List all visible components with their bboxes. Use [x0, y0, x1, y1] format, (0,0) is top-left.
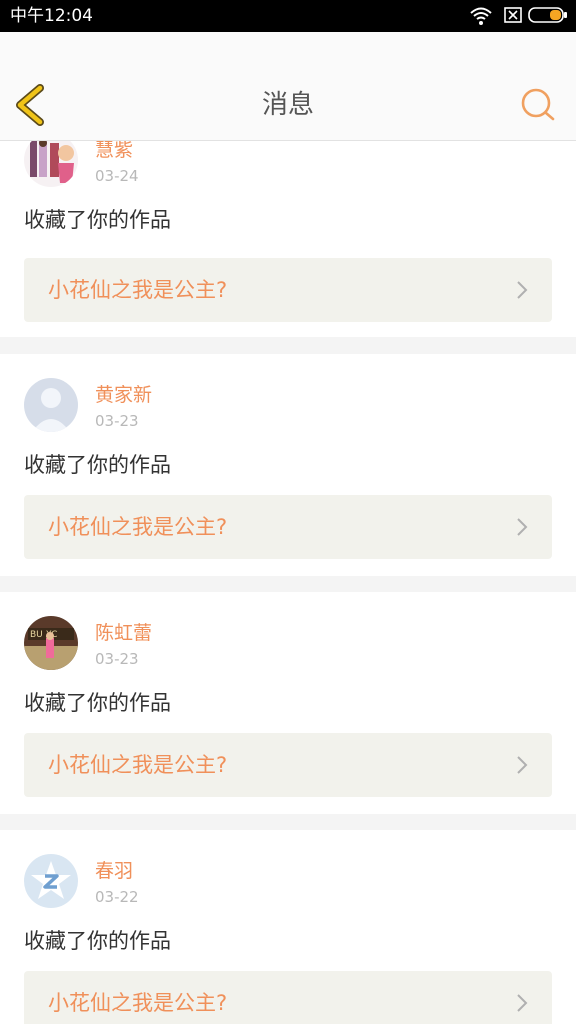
wifi-icon [470, 7, 492, 25]
nav-header: 消息 [0, 32, 576, 141]
message-date: 03-23 [95, 650, 139, 668]
message-action: 收藏了你的作品 [24, 453, 171, 477]
work-title: 小花仙之我是公主? [48, 753, 228, 777]
message-list[interactable]: 慧紫 03-24 收藏了你的作品 小花仙之我是公主? 黄家新 03-23 收藏了… [0, 141, 576, 1024]
avatar[interactable] [24, 854, 78, 908]
message-action: 收藏了你的作品 [24, 691, 171, 715]
username[interactable]: 春羽 [95, 860, 133, 882]
work-link[interactable]: 小花仙之我是公主? [24, 495, 552, 559]
avatar[interactable] [24, 378, 78, 432]
chevron-right-icon [517, 994, 528, 1012]
message-card: 黄家新 03-23 收藏了你的作品 小花仙之我是公主? [0, 354, 576, 576]
status-bar: 中午12:04 [0, 0, 576, 32]
work-link[interactable]: 小花仙之我是公主? [24, 733, 552, 797]
message-date: 03-22 [95, 888, 139, 906]
sim-x-icon [504, 7, 522, 23]
status-time: 中午12:04 [10, 6, 93, 26]
message-card: 春羽 03-22 收藏了你的作品 小花仙之我是公主? [0, 830, 576, 1024]
work-link[interactable]: 小花仙之我是公主? [24, 971, 552, 1024]
username[interactable]: 慧紫 [95, 141, 133, 161]
avatar[interactable]: BU XC [24, 616, 78, 670]
work-title: 小花仙之我是公主? [48, 515, 228, 539]
username[interactable]: 陈虹蕾 [95, 622, 152, 644]
avatar[interactable] [24, 141, 78, 187]
username[interactable]: 黄家新 [95, 384, 152, 406]
message-date: 03-23 [95, 412, 139, 430]
message-action: 收藏了你的作品 [24, 929, 171, 953]
chevron-right-icon [517, 518, 528, 536]
work-title: 小花仙之我是公主? [48, 278, 228, 302]
work-title: 小花仙之我是公主? [48, 991, 228, 1015]
search-icon[interactable] [520, 87, 556, 123]
message-card: 慧紫 03-24 收藏了你的作品 小花仙之我是公主? [0, 141, 576, 337]
message-action: 收藏了你的作品 [24, 208, 171, 232]
battery-icon [528, 7, 567, 23]
chevron-right-icon [517, 756, 528, 774]
page-title: 消息 [261, 90, 314, 120]
chevron-right-icon [517, 281, 528, 299]
message-date: 03-24 [95, 167, 139, 185]
message-card: BU XC 陈虹蕾 03-23 收藏了你的作品 小花仙之我是公主? [0, 592, 576, 814]
work-link[interactable]: 小花仙之我是公主? [24, 258, 552, 322]
